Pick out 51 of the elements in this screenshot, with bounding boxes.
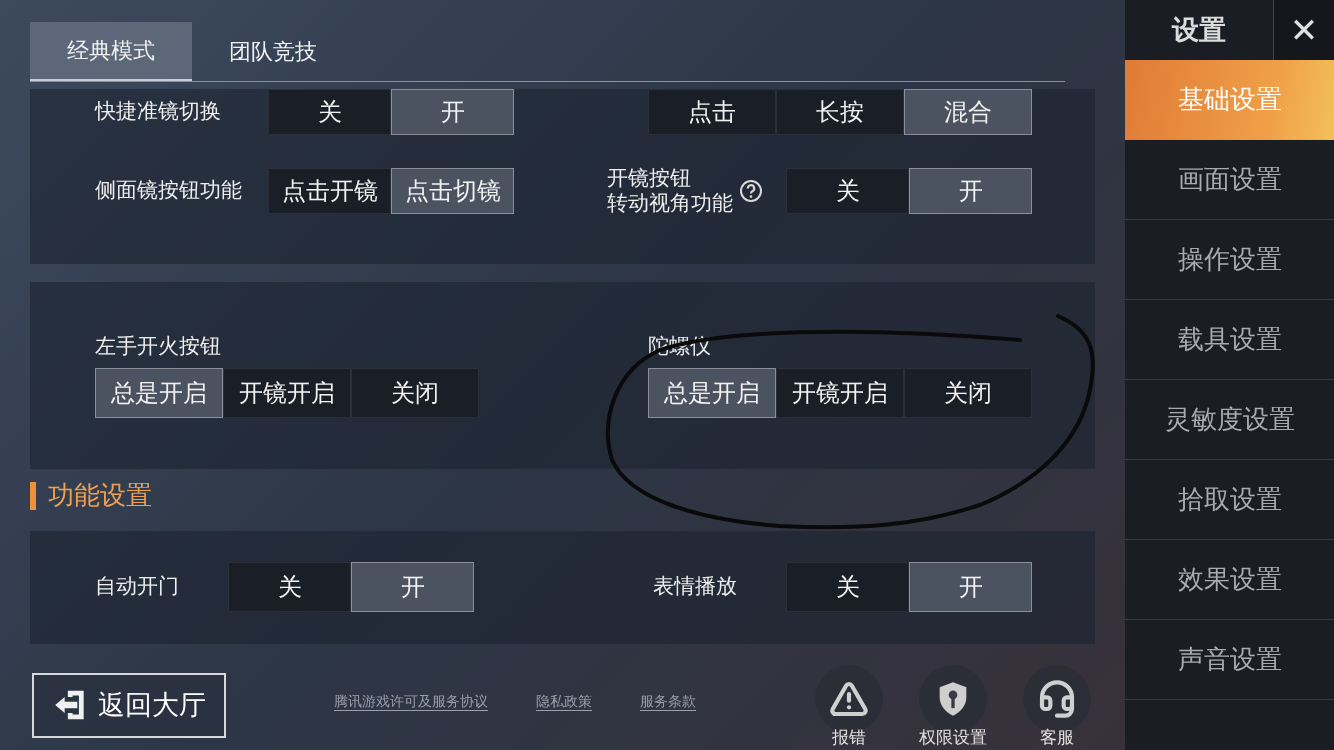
segment-option[interactable]: 开 [391, 88, 514, 135]
setting-label: 侧面镜按钮功能 [95, 178, 242, 203]
segment-option[interactable]: 开 [909, 167, 1032, 214]
setting-label: 表情播放 [653, 574, 737, 598]
mode-tab[interactable]: 经典模式 [30, 22, 192, 81]
segment-option[interactable]: 关 [268, 88, 391, 135]
setting-label: 转动视角功能 [607, 190, 733, 216]
sidebar-item[interactable]: 画面设置 [1125, 140, 1334, 220]
action-label: 权限设置 [919, 725, 987, 749]
setting-label: 左手开火按钮 [95, 333, 221, 359]
segment-option[interactable]: 关闭 [904, 367, 1032, 418]
sidebar-item[interactable]: 操作设置 [1125, 220, 1334, 300]
mode-tab[interactable]: 团队竞技 [192, 22, 354, 81]
footer-link[interactable]: 隐私政策 [536, 690, 592, 712]
setting-label: 快捷准镜切换 [95, 99, 221, 124]
sidebar-item[interactable]: 声音设置 [1125, 620, 1334, 700]
section-marker [30, 481, 36, 510]
action-label: 客服 [1040, 725, 1074, 749]
segment-option[interactable]: 开镜开启 [223, 367, 351, 418]
footer-link[interactable]: 腾讯游戏许可及服务协议 [334, 690, 488, 712]
segment-option[interactable]: 点击切镜 [391, 167, 514, 214]
action-button[interactable]: 报错 [806, 664, 892, 750]
segment-option[interactable]: 总是开启 [648, 367, 776, 418]
sidebar-item[interactable]: 载具设置 [1125, 300, 1334, 380]
action-label: 报错 [832, 725, 866, 749]
setting-label: 自动开门 [95, 574, 179, 598]
sidebar-title: 设置 [1170, 12, 1227, 47]
back-to-lobby-button[interactable]: 返回大厅 [32, 672, 226, 738]
segment-option[interactable]: 开镜开启 [776, 367, 904, 418]
section-title: 功能设置 [48, 479, 152, 512]
action-button[interactable]: 客服 [1014, 664, 1100, 750]
setting-label: 开镜按钮 [607, 165, 692, 191]
segment-option[interactable]: 开 [909, 562, 1032, 612]
sidebar-item[interactable]: 效果设置 [1125, 540, 1334, 620]
segment-option[interactable]: 混合 [904, 88, 1032, 135]
close-button[interactable]: ✕ [1273, 0, 1334, 60]
segment-option[interactable]: 关 [786, 562, 909, 612]
segment-option[interactable]: 点击开镜 [268, 167, 391, 214]
segment-option[interactable]: 长按 [776, 88, 904, 135]
sidebar-item[interactable]: 灵敏度设置 [1125, 380, 1334, 460]
segment-option[interactable]: 关闭 [351, 367, 479, 418]
segment-option[interactable]: 点击 [648, 88, 776, 135]
action-button[interactable]: 权限设置 [910, 664, 996, 750]
segment-option[interactable]: 关 [786, 167, 909, 214]
segment-option[interactable]: 总是开启 [95, 367, 223, 418]
footer-link[interactable]: 服务条款 [640, 690, 696, 712]
segment-option[interactable]: 关 [228, 562, 351, 612]
help-icon[interactable] [739, 178, 763, 203]
headset-icon [1037, 678, 1077, 719]
sidebar-item[interactable]: 拾取设置 [1125, 460, 1334, 540]
segment-option[interactable]: 开 [351, 562, 474, 612]
